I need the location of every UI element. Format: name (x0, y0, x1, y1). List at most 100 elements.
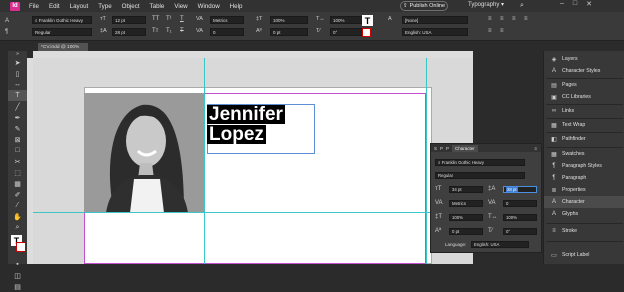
dock-item-text-wrap[interactable]: ▦ Text Wrap (544, 119, 624, 131)
portrait-photo[interactable] (84, 93, 204, 213)
maximize-icon[interactable]: □ (573, 0, 577, 8)
normal-view-icon[interactable]: ◫ (8, 270, 27, 281)
tab-paragraph-styles[interactable]: P (440, 146, 443, 151)
ruler-guide-vertical[interactable] (204, 58, 205, 264)
character-style-field[interactable]: [None] (402, 16, 468, 24)
dock-item-stroke[interactable]: ≡ Stroke (544, 225, 624, 237)
menu-object[interactable]: Object (117, 3, 145, 10)
kerning-field[interactable]: Metrics (210, 16, 244, 24)
scissors-tool-icon[interactable]: ✂ (8, 156, 27, 167)
fill-text-icon[interactable]: T (362, 15, 373, 26)
menu-layout[interactable]: Layout (65, 3, 94, 10)
close-icon[interactable]: ✕ (586, 0, 592, 8)
align-center-icon[interactable]: ≡ (500, 16, 504, 22)
tab-character[interactable]: Character (452, 144, 478, 152)
dock-item-character-styles[interactable]: A Character Styles (544, 65, 624, 77)
line-tool-icon[interactable]: ╱ (8, 101, 27, 112)
cp-language-field[interactable]: English: USA (471, 241, 529, 248)
strikethrough-icon[interactable]: T (180, 28, 184, 34)
gap-tool-icon[interactable]: ↔ (8, 79, 27, 90)
font-family-field[interactable]: ⌕ Franklin Gothic Heavy (32, 16, 92, 24)
cp-skew-field[interactable]: 0° (503, 228, 537, 235)
menu-table[interactable]: Table (145, 3, 170, 10)
gradient-tool-icon[interactable]: ▦ (8, 178, 27, 189)
ruler-guide-vertical[interactable] (426, 58, 427, 264)
align-left-icon[interactable]: ≡ (488, 16, 492, 22)
pen-tool-icon[interactable]: ✒ (8, 112, 27, 123)
free-transform-tool-icon[interactable]: ⬚ (8, 167, 27, 178)
cp-font-style-field[interactable]: Regular (435, 172, 525, 179)
ruler-guide-horizontal[interactable] (33, 212, 473, 213)
panel-menu-icon[interactable]: ≡ (534, 146, 537, 151)
menu-help[interactable]: Help (225, 3, 248, 10)
menu-file[interactable]: File (24, 3, 44, 10)
tab-paragraph[interactable]: P (446, 146, 449, 151)
dock-item-swatches[interactable]: ▦ Swatches (544, 148, 624, 160)
publish-online-button[interactable]: ⇪ Publish Online (400, 1, 448, 11)
hand-tool-icon[interactable]: ✋ (8, 211, 27, 222)
eyedropper-tool-icon[interactable]: ⁄ (8, 200, 27, 211)
cp-kerning-field[interactable]: Metrics (449, 200, 483, 207)
paragraph-mode-icon[interactable]: ¶ (5, 29, 8, 35)
cp-tracking-field[interactable]: 0 (503, 200, 537, 207)
font-style-field[interactable]: Regular (32, 28, 92, 36)
font-size-field[interactable]: 12 pt (112, 16, 146, 24)
minimize-icon[interactable]: – (560, 0, 564, 8)
justify-all-icon[interactable]: ≡ (500, 28, 504, 34)
small-caps-icon[interactable]: Tᴛ (152, 28, 158, 34)
dock-item-layers[interactable]: ◈ Layers (544, 53, 624, 65)
dock-item-glyphs[interactable]: A Glyphs (544, 208, 624, 220)
stroke-none-icon[interactable] (362, 28, 371, 37)
dock-item-properties[interactable]: ≣ Properties (544, 184, 624, 196)
search-icon[interactable]: ⌕ (520, 2, 524, 10)
stroke-swatch-icon[interactable] (16, 242, 26, 252)
justify-icon[interactable]: ≡ (524, 16, 528, 22)
cp-leading-field[interactable]: 28 pt (503, 186, 537, 193)
dock-item-cc-libraries[interactable]: ▣ CC Libraries (544, 91, 624, 103)
menu-view[interactable]: View (169, 3, 192, 10)
document-tab[interactable]: *CV.indd @ 100% (38, 43, 88, 51)
dock-item-links[interactable]: ∞ Links (544, 105, 624, 117)
fill-stroke-swatch[interactable]: T (8, 233, 27, 259)
rectangle-frame-tool-icon[interactable]: ⊠ (8, 134, 27, 145)
rectangle-tool-icon[interactable]: □ (8, 145, 27, 156)
zoom-tool-icon[interactable]: ⌕ (8, 222, 27, 233)
dock-item-character[interactable]: A Character (544, 196, 624, 208)
screen-mode-icon[interactable]: ▤ (8, 281, 27, 292)
note-tool-icon[interactable]: ✐ (8, 189, 27, 200)
menu-window[interactable]: Window (193, 3, 225, 10)
dock-item-paragraph[interactable]: ¶ Paragraph (544, 172, 624, 184)
dock-item-script-label[interactable]: ▭ Script Label (544, 249, 624, 261)
subscript-icon[interactable]: T₁ (166, 28, 172, 34)
vertical-scale-field[interactable]: 100% (270, 16, 308, 24)
workspace-switcher[interactable]: Typography ▾ (468, 1, 504, 8)
tab-styles[interactable]: S (434, 146, 437, 151)
apply-color-icon[interactable]: ▪ (8, 259, 27, 270)
name-text[interactable]: Jennifer Lopez (207, 105, 285, 144)
page-tool-icon[interactable]: ▯ (8, 68, 27, 79)
menu-type[interactable]: Type (93, 3, 116, 10)
selection-tool-icon[interactable]: ➤ (8, 57, 27, 68)
align-right-icon[interactable]: ≡ (512, 16, 516, 22)
character-mode-icon[interactable]: A (5, 18, 9, 24)
cp-font-size-field[interactable]: 34 pt (449, 186, 483, 193)
cp-horizontal-scale-field[interactable]: 100% (503, 214, 537, 221)
pencil-tool-icon[interactable]: ✎ (8, 123, 27, 134)
language-field[interactable]: English: USA (402, 28, 468, 36)
cp-baseline-shift-field[interactable]: 0 pt (449, 228, 483, 235)
dock-item-pathfinder[interactable]: ◧ Pathfinder (544, 133, 624, 145)
dock-item-pages[interactable]: ▤ Pages (544, 79, 624, 91)
cp-font-family-field[interactable]: ⌕ Franklin Gothic Heavy (435, 159, 525, 166)
menu-edit[interactable]: Edit (44, 3, 65, 10)
underline-icon[interactable]: T (180, 16, 184, 22)
horizontal-ruler[interactable] (33, 51, 473, 58)
baseline-shift-field[interactable]: 0 pt (270, 28, 308, 36)
type-tool-icon[interactable]: T (8, 90, 27, 101)
tracking-field[interactable]: 0 (210, 28, 244, 36)
dock-item-paragraph-styles[interactable]: ¶ Paragraph Styles (544, 160, 624, 172)
leading-field[interactable]: 28 pt (112, 28, 146, 36)
cp-vertical-scale-field[interactable]: 100% (449, 214, 483, 221)
justify-left-icon[interactable]: ≡ (488, 28, 492, 34)
superscript-icon[interactable]: T¹ (166, 16, 172, 22)
all-caps-icon[interactable]: TT (152, 16, 159, 22)
